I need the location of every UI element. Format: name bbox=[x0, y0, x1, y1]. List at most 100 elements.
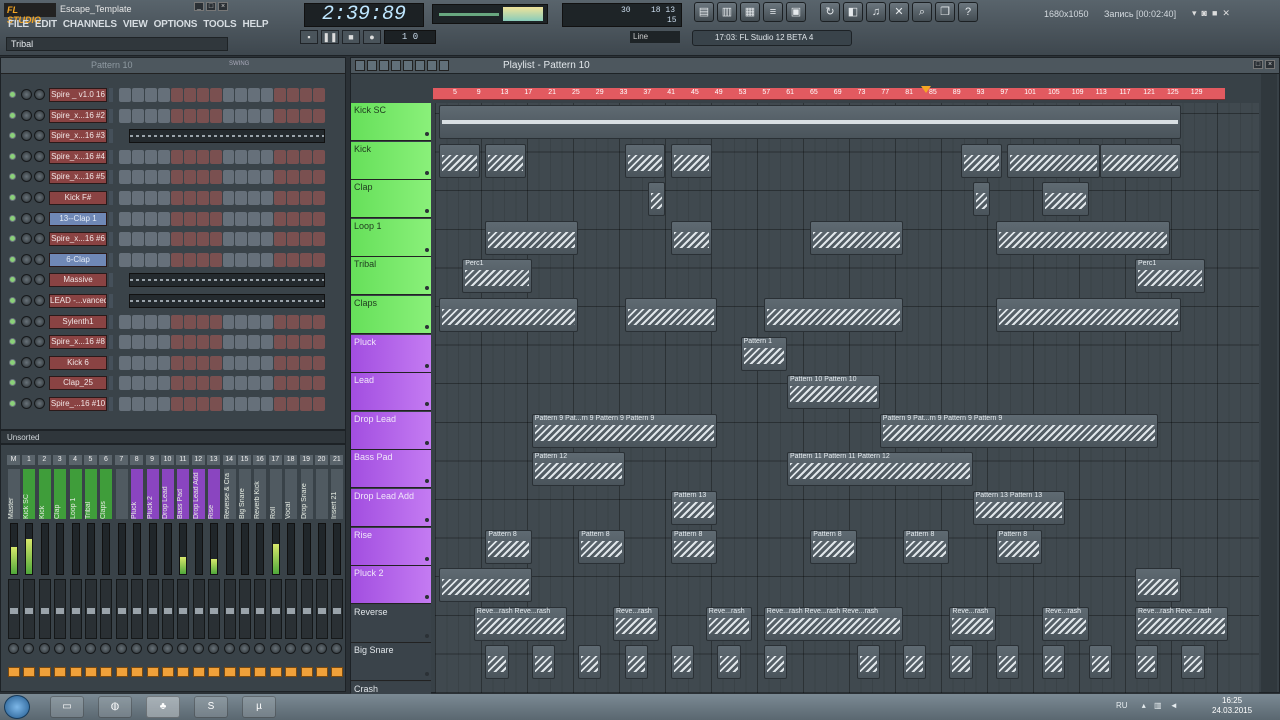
close-icon[interactable]: × bbox=[218, 2, 228, 11]
step-button[interactable] bbox=[144, 314, 157, 329]
step-button[interactable] bbox=[287, 314, 300, 329]
playlist-clip[interactable]: Reve...rash bbox=[613, 606, 660, 641]
step-button[interactable] bbox=[248, 335, 261, 350]
mixer-track-name[interactable]: Bass Pad bbox=[177, 469, 190, 519]
channel-piano-roll-preview[interactable] bbox=[129, 294, 325, 308]
channel-volume-knob[interactable] bbox=[34, 253, 45, 265]
playlist-clip[interactable] bbox=[485, 645, 509, 680]
step-button[interactable] bbox=[170, 108, 183, 123]
playlist-clip[interactable] bbox=[995, 298, 1182, 332]
channel-pan-knob[interactable] bbox=[21, 130, 32, 142]
step-button[interactable] bbox=[119, 355, 131, 370]
step-button[interactable] bbox=[157, 108, 170, 123]
playlist-clip[interactable]: Pattern 1 bbox=[740, 336, 787, 371]
channel-pan-knob[interactable] bbox=[21, 253, 32, 265]
step-button[interactable] bbox=[248, 252, 261, 267]
mixer-track-name[interactable] bbox=[115, 469, 128, 519]
mixer-track[interactable]: 18 Vocal bbox=[284, 451, 298, 687]
step-button[interactable] bbox=[157, 314, 170, 329]
step-button[interactable] bbox=[248, 314, 261, 329]
copy-icon[interactable]: ❐ bbox=[935, 2, 955, 22]
mixer-track-name[interactable]: Kick bbox=[38, 469, 51, 519]
track-select-dot[interactable] bbox=[425, 633, 429, 638]
playlist-clip[interactable] bbox=[439, 568, 532, 603]
mixer-track-name[interactable]: Loop 1 bbox=[69, 469, 82, 519]
playlist-clip[interactable] bbox=[439, 105, 1182, 139]
step-button[interactable] bbox=[300, 211, 313, 226]
step-button[interactable] bbox=[209, 397, 222, 411]
mixer-pan-knob[interactable] bbox=[177, 643, 189, 654]
mixer-track-name[interactable]: Pluck 2 bbox=[146, 469, 159, 519]
step-button[interactable] bbox=[157, 335, 170, 350]
song-time-display[interactable]: 2:39:89 bbox=[304, 3, 424, 27]
arrangement-grid[interactable]: Perc1 Perc1 Pattern 1 Pattern 10 Pattern 10… bbox=[435, 103, 1259, 693]
step-button[interactable] bbox=[209, 314, 222, 329]
playlist-clip[interactable] bbox=[624, 298, 718, 332]
step-button[interactable] bbox=[144, 335, 157, 350]
step-button[interactable] bbox=[144, 88, 157, 102]
language-indicator[interactable]: RU bbox=[1116, 701, 1128, 710]
mixer-track-name[interactable]: Insert 21 bbox=[331, 469, 344, 519]
mixer-track[interactable]: 6 Claps bbox=[99, 451, 113, 687]
pattern-selector[interactable]: 1 0 bbox=[384, 30, 436, 44]
step-button[interactable] bbox=[222, 211, 235, 226]
channel-select-bar[interactable] bbox=[109, 397, 113, 411]
mixer-route-button[interactable] bbox=[285, 667, 298, 677]
playlist-clip[interactable] bbox=[717, 645, 741, 680]
channel-volume-knob[interactable] bbox=[34, 398, 45, 409]
step-button[interactable] bbox=[119, 335, 131, 350]
step-button[interactable] bbox=[222, 314, 235, 329]
step-button[interactable] bbox=[170, 211, 183, 226]
playlist-clip[interactable] bbox=[671, 220, 712, 255]
step-button[interactable] bbox=[261, 170, 274, 185]
channel-select-bar[interactable] bbox=[109, 88, 113, 102]
dropdown-icon[interactable]: ▾ bbox=[1192, 8, 1197, 19]
step-button[interactable] bbox=[119, 232, 131, 247]
mixer-icon[interactable]: ≡ bbox=[763, 2, 783, 22]
mixer-track-name[interactable]: Drop Lead bbox=[162, 469, 174, 519]
step-button[interactable] bbox=[131, 376, 144, 391]
playlist-track-header[interactable]: Tribal bbox=[351, 257, 431, 296]
step-button[interactable] bbox=[248, 88, 261, 102]
mixer-track-name[interactable]: Vocal bbox=[285, 469, 298, 519]
step-button[interactable] bbox=[183, 397, 196, 411]
search-icon[interactable]: ⌕ bbox=[912, 2, 932, 22]
step-button[interactable] bbox=[196, 314, 209, 329]
step-button[interactable] bbox=[274, 355, 287, 370]
step-button[interactable] bbox=[313, 314, 325, 329]
step-button[interactable] bbox=[300, 397, 313, 411]
mixer-route-button[interactable] bbox=[8, 667, 20, 677]
channel-row[interactable]: Kick 6 bbox=[1, 353, 345, 373]
channel-name-button[interactable]: Kick 6 bbox=[49, 355, 107, 370]
mixer-track-name[interactable]: Rise bbox=[208, 469, 221, 519]
step-button[interactable] bbox=[287, 149, 300, 164]
mixer-pan-knob[interactable] bbox=[192, 643, 204, 654]
channel-pan-knob[interactable] bbox=[21, 192, 32, 203]
channel-enable-led[interactable] bbox=[9, 255, 16, 263]
channel-name-button[interactable]: 6-Clap bbox=[49, 252, 107, 267]
channel-row[interactable]: Spire_x...16 #5 bbox=[1, 167, 345, 187]
mixer-volume-fader[interactable] bbox=[177, 579, 190, 639]
playlist-clip[interactable]: Reve...rash bbox=[1042, 606, 1089, 641]
playlist-clip[interactable] bbox=[624, 645, 648, 680]
playlist-clip[interactable]: Pattern 11 Pattern 11 Pattern 12 bbox=[787, 452, 973, 487]
playlist-track-header[interactable]: Claps bbox=[351, 296, 431, 334]
channel-volume-knob[interactable] bbox=[34, 89, 45, 100]
camera-icon[interactable]: ◙ bbox=[1202, 8, 1207, 19]
mixer-route-button[interactable] bbox=[54, 667, 67, 677]
playlist-clip[interactable]: Reve...rash Reve...rash bbox=[473, 606, 567, 641]
mixer-volume-fader[interactable] bbox=[269, 579, 282, 639]
step-button[interactable] bbox=[144, 252, 157, 267]
track-select-dot[interactable] bbox=[425, 595, 429, 600]
mixer-track-name[interactable]: Master bbox=[8, 469, 20, 519]
playlist-clip[interactable] bbox=[810, 220, 903, 255]
vertical-scrollbar[interactable] bbox=[1261, 74, 1277, 692]
channel-name-button[interactable]: Spire _ v1.0 16 bbox=[49, 88, 107, 102]
playlist-clip[interactable]: Pattern 9 Pat...rn 9 Pattern 9 Pattern 9 bbox=[531, 413, 718, 448]
browser-icon[interactable]: ▣ bbox=[786, 2, 806, 22]
channel-enable-led[interactable] bbox=[9, 111, 16, 119]
step-button[interactable] bbox=[170, 252, 183, 267]
channel-volume-knob[interactable] bbox=[34, 171, 45, 183]
step-button[interactable] bbox=[248, 376, 261, 391]
step-button[interactable] bbox=[235, 314, 248, 329]
